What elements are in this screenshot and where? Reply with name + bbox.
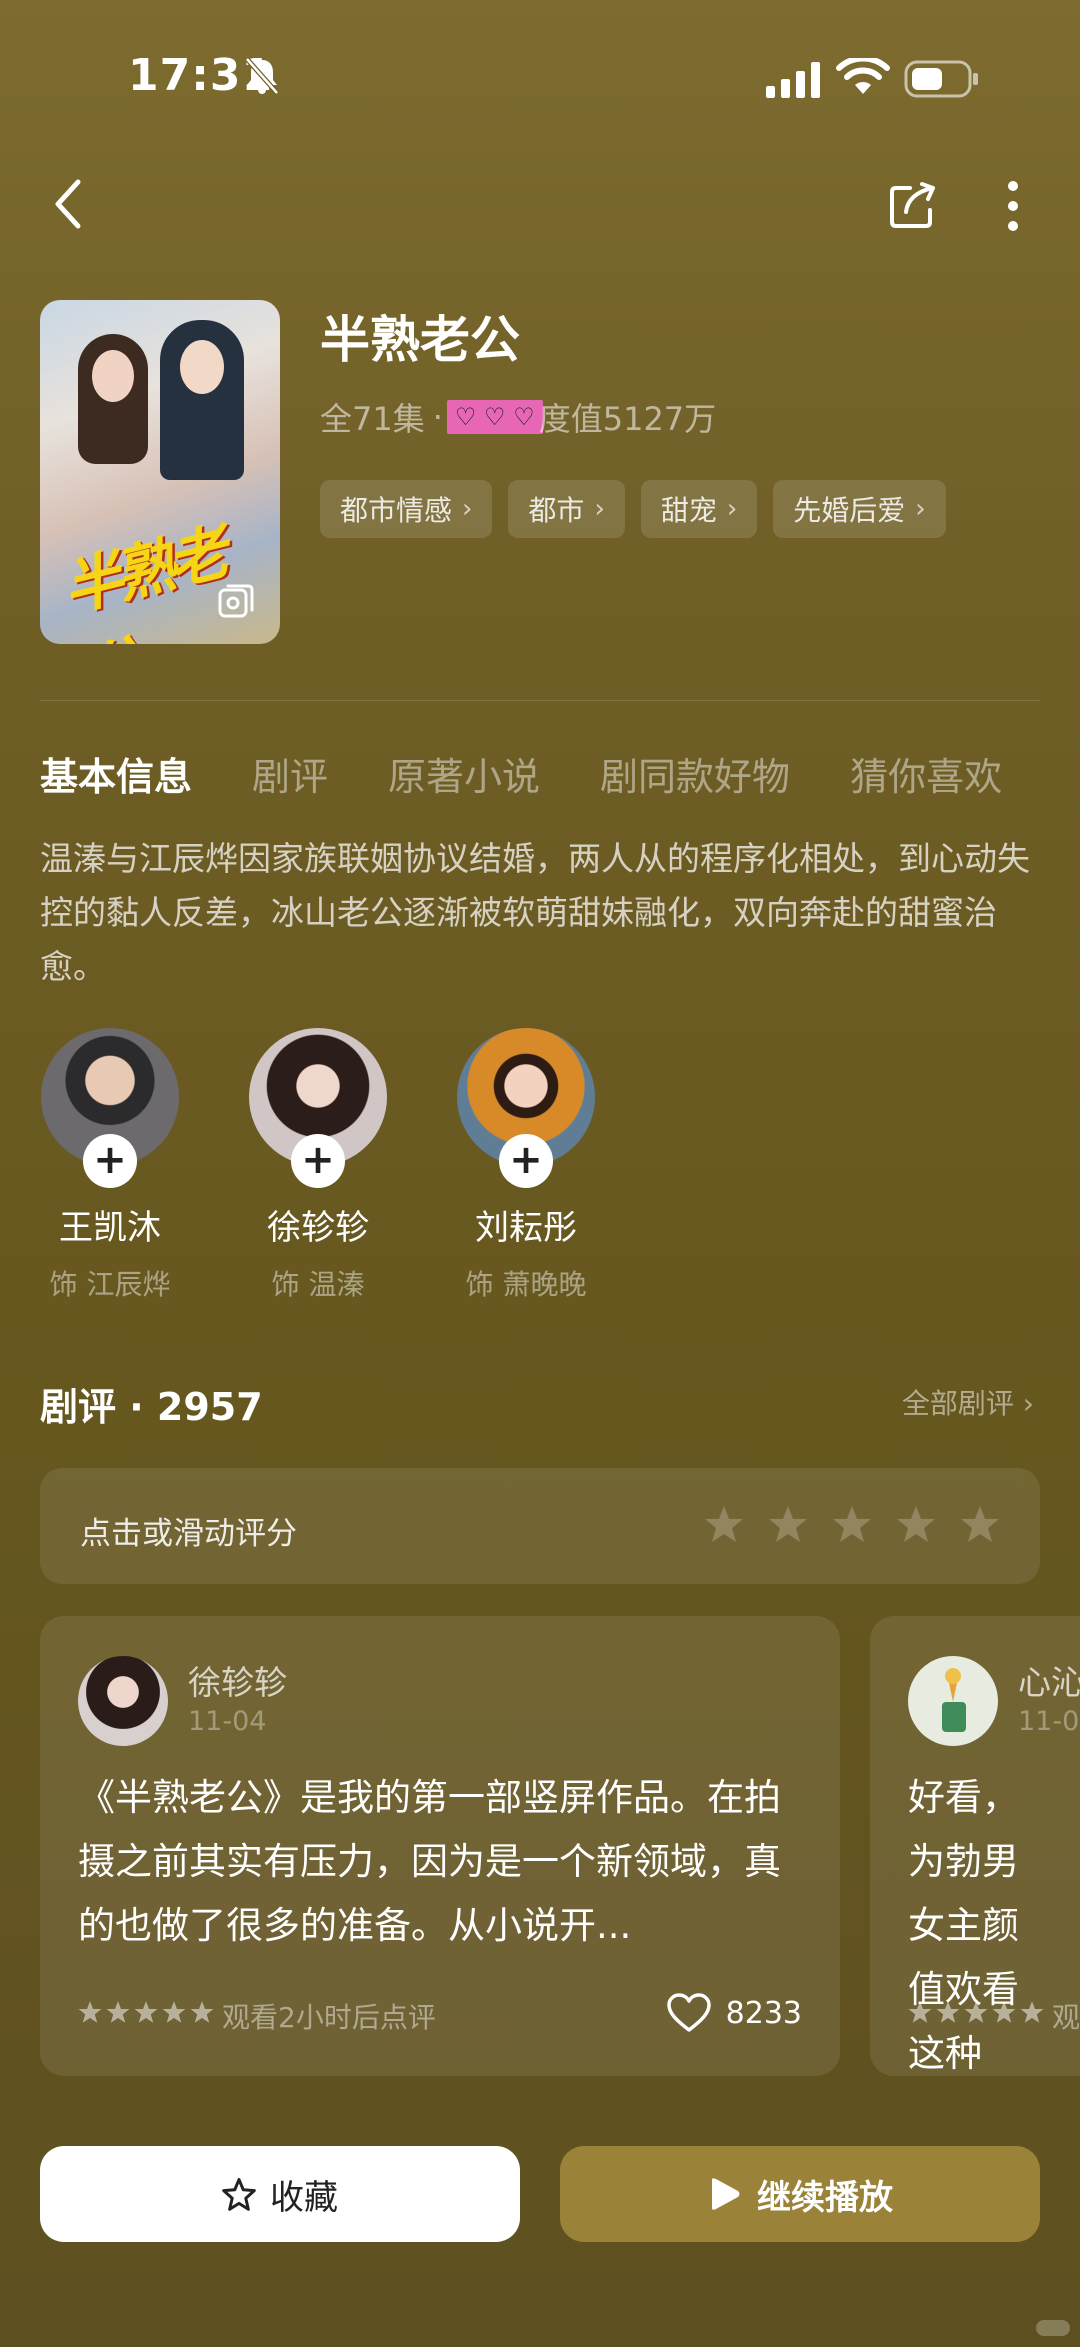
show-poster[interactable]: 半熟老公 bbox=[40, 300, 280, 644]
show-title: 半熟老公 bbox=[320, 311, 520, 369]
star-icon[interactable] bbox=[704, 1504, 744, 1544]
star-icon bbox=[936, 2001, 960, 2023]
cast-member[interactable]: + 王凯沐 饰 江辰烨 bbox=[40, 1028, 180, 1303]
more-options-icon[interactable] bbox=[998, 180, 1028, 232]
cast-name: 刘耘彤 bbox=[475, 1208, 577, 1248]
show-meta: 全71集 · ♡ ♡ ♡ 度值5127万 bbox=[320, 394, 716, 440]
poster-actress-face bbox=[92, 350, 134, 402]
back-icon[interactable] bbox=[48, 176, 88, 232]
meta-separator: · bbox=[432, 398, 443, 436]
star-icon bbox=[908, 2001, 932, 2023]
tab-basic-info[interactable]: 基本信息 bbox=[40, 746, 192, 801]
review-date: 11-0 bbox=[1018, 1706, 1080, 1737]
review-footnote: 观 bbox=[1052, 2001, 1080, 2034]
star-icon bbox=[190, 2001, 214, 2023]
review-text: 《半熟老公》是我的第一部竖屏作品。在拍摄之前其实有压力，因为是一个新领域，真的也… bbox=[78, 1776, 781, 1947]
genre-tag[interactable]: 都市情感 › bbox=[320, 480, 493, 538]
like-count: 8233 bbox=[725, 1995, 802, 2031]
wifi-icon bbox=[836, 58, 890, 94]
cellular-signal-icon bbox=[766, 62, 820, 98]
cast-member[interactable]: + 刘耘彤 饰 萧晚晚 bbox=[456, 1028, 596, 1303]
star-icon bbox=[134, 2001, 158, 2023]
tab-merch[interactable]: 剧同款好物 bbox=[600, 746, 790, 801]
reviews-heading: 剧评 · 2957 bbox=[40, 1385, 263, 1429]
avatar[interactable]: + bbox=[41, 1028, 179, 1188]
cast-role: 饰 萧晚晚 bbox=[465, 1268, 587, 1301]
continue-play-button[interactable]: 继续播放 bbox=[560, 2146, 1040, 2242]
tab-reviews[interactable]: 剧评 bbox=[252, 746, 328, 801]
like-button[interactable]: 8233 bbox=[666, 1992, 802, 2034]
star-icon bbox=[992, 2001, 1016, 2023]
hearts-sticker: ♡ ♡ ♡ bbox=[446, 400, 543, 434]
follow-plus-icon[interactable]: + bbox=[83, 1134, 137, 1188]
cast-name: 徐轸轸 bbox=[267, 1208, 369, 1248]
avatar[interactable]: + bbox=[249, 1028, 387, 1188]
avatar[interactable]: + bbox=[457, 1028, 595, 1188]
share-icon[interactable] bbox=[888, 180, 938, 230]
follow-plus-icon[interactable]: + bbox=[291, 1134, 345, 1188]
star-icon[interactable] bbox=[960, 1504, 1000, 1544]
cast-list: + 王凯沐 饰 江辰烨 + 徐轸轸 饰 温溱 + 刘耘彤 饰 萧晚晚 bbox=[40, 1028, 596, 1303]
avatar[interactable] bbox=[908, 1656, 998, 1746]
gallery-icon[interactable] bbox=[216, 582, 256, 622]
star-icon[interactable] bbox=[832, 1504, 872, 1544]
avatar[interactable] bbox=[78, 1656, 168, 1746]
chevron-right-icon: › bbox=[462, 494, 473, 524]
follow-plus-icon[interactable]: + bbox=[499, 1134, 553, 1188]
cast-role: 饰 温溱 bbox=[271, 1268, 365, 1301]
review-carousel[interactable]: 徐轸轸 11-04 《半熟老公》是我的第一部竖屏作品。在拍摄之前其实有压力，因为… bbox=[40, 1616, 1080, 2076]
play-label: 继续播放 bbox=[757, 2177, 893, 2218]
rating-input[interactable]: 点击或滑动评分 bbox=[40, 1468, 1040, 1584]
star-icon bbox=[1020, 2001, 1044, 2023]
star-icon bbox=[78, 2001, 102, 2023]
status-bar: 17:31 bbox=[0, 0, 1080, 150]
divider bbox=[40, 700, 1040, 701]
review-author[interactable]: 心沁 bbox=[1018, 1656, 1080, 1704]
star-icon[interactable] bbox=[896, 1504, 936, 1544]
cast-name: 王凯沐 bbox=[59, 1208, 161, 1248]
poster-actor-face bbox=[180, 340, 224, 394]
star-icon bbox=[162, 2001, 186, 2023]
rating-stars[interactable] bbox=[704, 1504, 1000, 1544]
favorite-button[interactable]: 收藏 bbox=[40, 2146, 520, 2242]
review-rating bbox=[78, 2000, 214, 2024]
star-icon[interactable] bbox=[768, 1504, 808, 1544]
star-icon bbox=[106, 2001, 130, 2023]
popularity-value: 度值5127万 bbox=[538, 400, 717, 438]
genre-tag[interactable]: 甜宠 › bbox=[640, 480, 758, 538]
review-card[interactable]: 徐轸轸 11-04 《半熟老公》是我的第一部竖屏作品。在拍摄之前其实有压力，因为… bbox=[40, 1616, 840, 2076]
tab-novel[interactable]: 原著小说 bbox=[388, 746, 540, 801]
genre-tag[interactable]: 都市 › bbox=[508, 480, 625, 538]
genre-tag[interactable]: 先婚后爱 › bbox=[773, 480, 946, 538]
chevron-right-icon: › bbox=[726, 494, 738, 524]
chevron-right-icon: › bbox=[594, 494, 605, 524]
battery-icon bbox=[904, 60, 978, 98]
favorite-label: 收藏 bbox=[270, 2177, 338, 2218]
review-author[interactable]: 徐轸轸 bbox=[188, 1656, 287, 1704]
review-date: 11-04 bbox=[188, 1706, 267, 1737]
cast-member[interactable]: + 徐轸轸 饰 温溱 bbox=[248, 1028, 388, 1303]
section-tabs: 基本信息 剧评 原著小说 剧同款好物 猜你喜欢 bbox=[40, 746, 1002, 801]
heart-icon[interactable] bbox=[666, 1992, 712, 2034]
star-icon bbox=[964, 2001, 988, 2023]
all-reviews-link[interactable]: 全部剧评 › bbox=[902, 1382, 1034, 1422]
tab-recommend[interactable]: 猜你喜欢 bbox=[850, 746, 1002, 801]
plant-icon bbox=[942, 1668, 966, 1732]
chevron-right-icon: › bbox=[915, 494, 926, 524]
rating-prompt: 点击或滑动评分 bbox=[80, 1516, 297, 1552]
synopsis: 温溱与江辰烨因家族联姻协议结婚，两人从的程序化相处，到心动失控的黏人反差，冰山老… bbox=[40, 839, 1030, 986]
star-outline-icon bbox=[222, 2178, 256, 2211]
review-card[interactable]: 心沁 11-0 好看，为勃男女主颜值欢看这种 观 bbox=[870, 1616, 1080, 2076]
genre-tags: 都市情感 › 都市 › 甜宠 › 先婚后爱 › bbox=[320, 480, 946, 538]
review-footnote: 观看2小时后点评 bbox=[222, 2001, 436, 2034]
bell-muted-icon bbox=[245, 57, 279, 95]
play-icon bbox=[712, 2178, 740, 2210]
corner-badge bbox=[1036, 2320, 1070, 2336]
episode-count: 全71集 bbox=[320, 400, 425, 438]
cast-role: 饰 江辰烨 bbox=[49, 1268, 171, 1301]
review-text: 好看，为勃男女主颜值欢看这种 bbox=[908, 1776, 1019, 2075]
review-rating bbox=[908, 2000, 1044, 2024]
